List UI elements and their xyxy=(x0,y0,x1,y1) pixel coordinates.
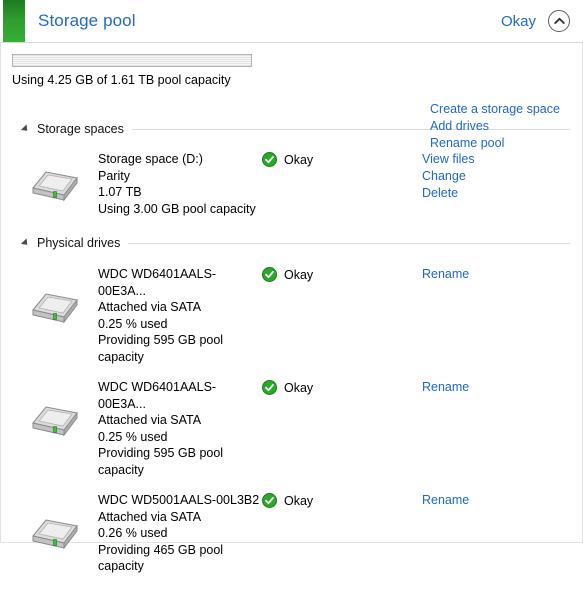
physical-drive-attachment: Attached via SATA xyxy=(98,509,202,524)
panel-header: Storage pool Okay xyxy=(0,0,583,43)
storage-space-actions: View files Change Delete xyxy=(422,151,582,217)
physical-drive-used: 0.25 % used xyxy=(98,316,168,331)
physical-drive-status: Okay xyxy=(262,379,422,478)
section-label: Physical drives xyxy=(37,236,121,250)
physical-drive-info: WDC WD6401AALS-00E3A... Attached via SAT… xyxy=(98,266,262,365)
header-right-group: Okay xyxy=(501,10,570,32)
physical-drive-attachment: Attached via SATA xyxy=(98,300,202,314)
storage-space-usage: Using 3.00 GB pool capacity xyxy=(98,201,256,216)
panel-body: Using 4.25 GB of 1.61 TB pool capacity C… xyxy=(0,43,583,573)
view-files-link[interactable]: View files xyxy=(422,151,475,168)
pool-status-text: Okay xyxy=(500,12,536,30)
physical-drive-status: Okay xyxy=(262,266,422,365)
page-title: Storage pool xyxy=(38,11,136,30)
rename-drive-link[interactable]: Rename xyxy=(422,266,469,283)
storage-pool-panel: Storage pool Okay Using 4.25 GB of 1.61 … xyxy=(0,0,583,573)
physical-drive-name: WDC WD6401AALS-00E3A... xyxy=(98,267,217,298)
check-circle-green-icon xyxy=(262,493,277,511)
physical-drives-section: Physical drives WDC WD6401AALS-00E3A... … xyxy=(1,234,582,591)
section-label: Storage spaces xyxy=(37,122,124,136)
physical-drive-providing: Providing 595 GB pool capacity xyxy=(98,333,224,364)
storage-space-icon-cell xyxy=(12,151,98,217)
storage-space-resiliency: Parity xyxy=(98,168,130,183)
expander-triangle-icon xyxy=(20,124,31,134)
storage-space-status: Okay xyxy=(262,151,422,217)
collapse-toggle-button[interactable] xyxy=(548,10,570,32)
pool-accent-bar xyxy=(3,0,25,42)
physical-drive-actions: Rename xyxy=(422,266,582,365)
physical-drive-status-label: Okay xyxy=(284,494,314,508)
physical-drive-used: 0.25 % used xyxy=(98,429,168,444)
physical-drive-info: WDC WD5001AALS-00L3B2 Attached via SATA … xyxy=(98,492,262,575)
physical-drive-status-label: Okay xyxy=(284,268,314,282)
physical-drive-name: WDC WD5001AALS-00L3B2 xyxy=(98,493,260,507)
rename-drive-link[interactable]: Rename xyxy=(422,379,469,396)
physical-drive-status: Okay xyxy=(262,492,422,575)
hard-drive-icon xyxy=(29,286,81,329)
rename-drive-link[interactable]: Rename xyxy=(422,492,469,509)
physical-drive-icon-cell xyxy=(12,266,98,365)
physical-drive-status-label: Okay xyxy=(284,381,314,395)
pool-capacity-text: Using 4.25 GB of 1.61 TB pool capacity xyxy=(12,73,231,87)
physical-drive-icon-cell xyxy=(12,492,98,575)
pool-capacity-bar xyxy=(12,54,252,67)
check-circle-green-icon xyxy=(262,267,277,285)
expander-triangle-icon xyxy=(20,238,31,248)
check-circle-green-icon xyxy=(262,380,277,398)
hard-drive-icon xyxy=(29,164,81,207)
physical-drive-info: WDC WD6401AALS-00E3A... Attached via SAT… xyxy=(98,379,262,478)
physical-drive-providing: Providing 465 GB pool capacity xyxy=(98,542,224,574)
physical-drive-actions: Rename xyxy=(422,492,582,575)
physical-drive-actions: Rename xyxy=(422,379,582,478)
hard-drive-icon xyxy=(29,399,81,442)
physical-drive-row[interactable]: WDC WD6401AALS-00E3A... Attached via SAT… xyxy=(1,365,582,478)
storage-space-row[interactable]: Storage space (D:) Parity 1.07 TB Using … xyxy=(1,138,582,227)
create-storage-space-link[interactable]: Create a storage space xyxy=(430,101,560,118)
delete-link[interactable]: Delete xyxy=(422,185,458,202)
physical-drive-name: WDC WD6401AALS-00E3A... xyxy=(98,380,217,411)
physical-drive-used: 0.26 % used xyxy=(98,526,168,540)
hard-drive-icon xyxy=(29,512,81,555)
storage-space-info: Storage space (D:) Parity 1.07 TB Using … xyxy=(98,151,262,217)
check-circle-green-icon xyxy=(262,152,277,170)
add-drives-link[interactable]: Add drives xyxy=(430,118,489,135)
physical-drives-section-header[interactable]: Physical drives xyxy=(1,234,582,252)
storage-space-status-label: Okay xyxy=(284,153,314,167)
change-link[interactable]: Change xyxy=(422,168,466,185)
physical-drive-attachment: Attached via SATA xyxy=(98,413,202,427)
section-divider xyxy=(128,242,570,244)
storage-space-size: 1.07 TB xyxy=(98,185,142,199)
physical-drive-providing: Providing 595 GB pool capacity xyxy=(98,446,224,477)
pool-capacity-summary: Using 4.25 GB of 1.61 TB pool capacity xyxy=(1,43,582,87)
physical-drive-row[interactable]: WDC WD5001AALS-00L3B2 Attached via SATA … xyxy=(1,478,582,591)
physical-drive-icon-cell xyxy=(12,379,98,478)
storage-space-name: Storage space (D:) xyxy=(98,152,203,166)
chevron-up-icon xyxy=(553,17,565,25)
physical-drive-row[interactable]: WDC WD6401AALS-00E3A... Attached via SAT… xyxy=(1,252,582,365)
